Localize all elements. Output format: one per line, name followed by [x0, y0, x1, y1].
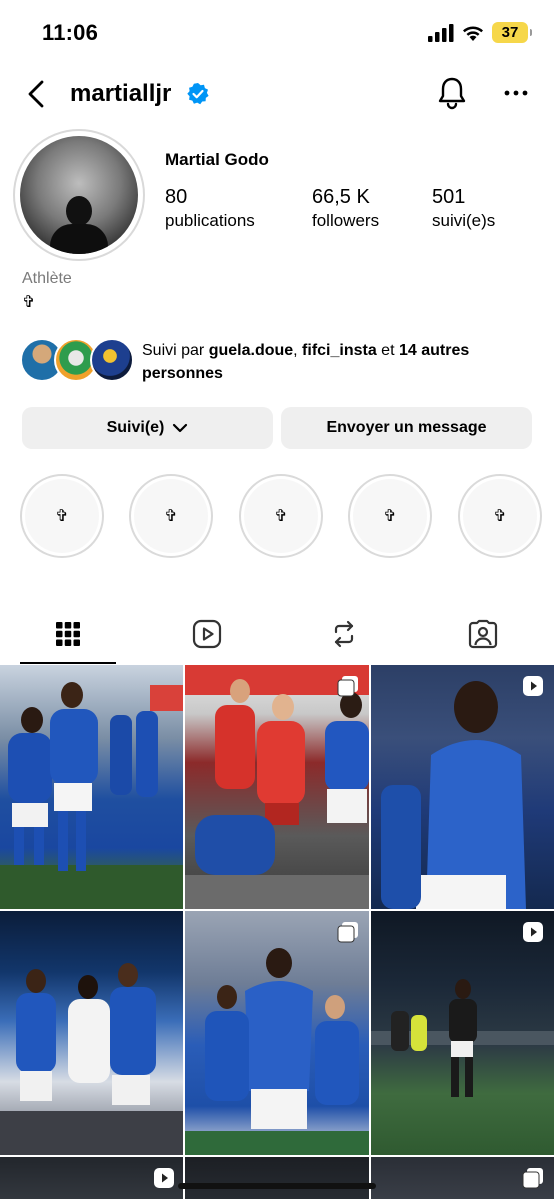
stat-label: publications [165, 211, 255, 230]
profile-tabs [0, 604, 554, 664]
reels-icon [192, 619, 222, 649]
message-button[interactable]: Envoyer un message [281, 407, 532, 449]
tab-posts[interactable] [20, 604, 116, 664]
highlight-cover: ✞ [353, 479, 427, 553]
follower-link-1[interactable]: guela.doue [209, 342, 293, 359]
battery-level: 37 [501, 24, 519, 41]
repost-icon [334, 620, 354, 648]
avatar-photo [20, 136, 138, 254]
story-highlight[interactable]: ✞ [239, 474, 323, 558]
stat-value: 66,5 K [312, 186, 370, 208]
followed-by-text[interactable]: Suivi par guela.doue, fifci_insta et 14 … [142, 339, 532, 385]
profile-display-name: Martial Godo [165, 150, 269, 169]
post-thumbnail[interactable] [0, 665, 183, 909]
battery-indicator: 37 [492, 22, 532, 43]
tagged-person-icon [468, 619, 498, 649]
stat-value: 501 [432, 186, 466, 208]
reel-icon [523, 676, 543, 696]
carousel-icon [522, 1168, 543, 1189]
stat-followers[interactable]: 66,5 K followers [312, 186, 379, 231]
post-thumbnail[interactable] [0, 1157, 183, 1199]
status-time: 11:06 [42, 20, 99, 45]
tab-reposts[interactable] [296, 604, 392, 664]
mutual-followers-avatars[interactable] [20, 338, 134, 384]
status-bar: 11:06 37 [0, 0, 554, 62]
post-thumbnail[interactable] [371, 665, 554, 909]
profile-avatar[interactable] [13, 129, 145, 261]
bell-icon [438, 77, 466, 110]
message-button-label: Envoyer un message [326, 419, 487, 436]
stat-following[interactable]: 501 suivi(e)s [432, 186, 495, 231]
chevron-left-icon [28, 80, 44, 108]
following-button[interactable]: Suivi(e) [22, 407, 273, 449]
post-thumbnail[interactable] [185, 911, 369, 1155]
stat-value: 80 [165, 186, 188, 208]
stat-publications[interactable]: 80 publications [165, 186, 255, 231]
home-indicator[interactable] [178, 1183, 376, 1189]
profile-header: martialljr [0, 62, 554, 124]
story-highlight[interactable]: ✞ [348, 474, 432, 558]
tab-tagged[interactable] [435, 604, 531, 664]
post-thumbnail[interactable] [0, 911, 183, 1155]
verified-badge-icon [187, 83, 209, 105]
stat-label: followers [312, 211, 380, 230]
post-thumbnail[interactable] [371, 1157, 554, 1199]
reel-icon [154, 1168, 174, 1188]
profile-username: martialljr [70, 80, 172, 107]
story-highlight[interactable]: ✞ [458, 474, 542, 558]
more-options-button[interactable] [500, 80, 532, 106]
notifications-button[interactable] [436, 76, 468, 110]
following-button-label: Suivi(e) [106, 419, 165, 436]
tab-reels[interactable] [159, 604, 255, 664]
highlight-cover: ✞ [463, 479, 537, 553]
wifi-icon [463, 26, 483, 41]
avatar [90, 338, 134, 382]
highlight-cover: ✞ [134, 479, 208, 553]
carousel-icon [337, 922, 358, 943]
highlight-cover: ✞ [25, 479, 99, 553]
signal-icon [428, 23, 454, 42]
profile-category: Athlète [22, 270, 72, 287]
post-thumbnail[interactable] [185, 1157, 369, 1199]
story-highlight[interactable]: ✞ [20, 474, 104, 558]
more-horizontal-icon [504, 90, 528, 96]
chevron-down-icon [173, 423, 188, 433]
back-button[interactable] [22, 78, 52, 110]
post-thumbnail[interactable] [371, 911, 554, 1155]
story-highlight[interactable]: ✞ [129, 474, 213, 558]
follower-link-2[interactable]: fifci_insta [302, 342, 377, 359]
carousel-icon [337, 676, 358, 697]
profile-bio: ✞ [22, 294, 36, 311]
post-thumbnail[interactable] [185, 665, 369, 909]
highlight-cover: ✞ [244, 479, 318, 553]
stat-label: suivi(e)s [432, 211, 496, 230]
grid-icon [56, 622, 80, 646]
reel-icon [523, 922, 543, 942]
